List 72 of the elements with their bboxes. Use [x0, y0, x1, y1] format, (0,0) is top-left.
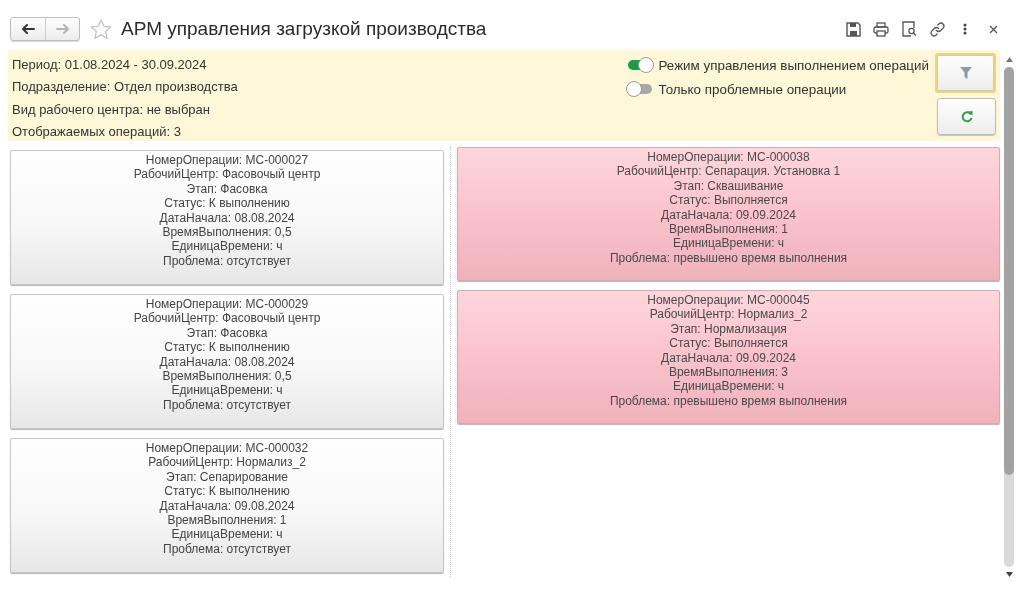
operation-detail: Этап: Нормализация [670, 321, 787, 337]
operation-detail: РабочийЦентр: Сепарация. Установка 1 [616, 164, 841, 179]
save-button[interactable] [844, 20, 862, 38]
operation-detail: ДатаНачала: 09.09.2024 [661, 350, 796, 366]
operation-detail: РабочийЦентр: Нормализ_2 [148, 455, 306, 470]
operation-detail: ВремяВыполнения: 1 [668, 222, 789, 237]
operation-detail: Этап: Сепарирование [166, 469, 288, 485]
operation-detail: ВремяВыполнения: 0,5 [162, 369, 292, 384]
operation-detail: ДатаНачала: 08.08.2024 [159, 354, 295, 370]
star-icon[interactable] [90, 18, 112, 40]
operation-detail: РабочийЦентр: Фасовочый центр [133, 167, 321, 182]
operation-detail: НомерОперации: МС-000027 [145, 153, 309, 168]
link-button[interactable] [928, 20, 946, 38]
operation-detail: ЕдиницаВремени: ч [171, 527, 283, 542]
operation-detail: РабочийЦентр: Фасовочый центр [133, 311, 321, 326]
scroll-up-icon[interactable] [1005, 57, 1013, 62]
refresh-icon [960, 110, 973, 123]
problem-operation-card[interactable]: НомерОперации: МС-000045 РабочийЦентр: Нормализ_2 Этап: Нормализация Статус: Выполняется ДатаНачала: 09.09.2024 ВремяВыполнения: 3 ЕдиницаВремени: ч Проблема: превышено время выполнения [457, 290, 1000, 424]
preview-button[interactable] [900, 20, 918, 38]
scrollbar-thumb[interactable] [1004, 67, 1014, 475]
operation-card[interactable]: НомерОперации: МС-000027 РабочийЦентр: Фасовочый центр Этап: Фасовка Статус: К выполнению ДатаНачала: 08.08.2024 ВремяВыполнения: 0,5 ЕдиницаВремени: ч Проблема: отсутствует [10, 150, 444, 285]
info-text: Подразделение: Отдел производства [12, 78, 238, 97]
operation-detail: ДатаНачала: 08.08.2024 [159, 210, 295, 226]
printer-icon [873, 21, 889, 37]
operation-detail: Статус: К выполнению [164, 340, 290, 355]
operation-card[interactable]: НомерОперации: МС-000032 РабочийЦентр: Нормализ_2 Этап: Сепарирование Статус: К выполнению ДатаНачала: 09.08.2024 ВремяВыполнения: 1 ЕдиницаВремени: ч Проблема: отсутствует [10, 438, 444, 573]
operation-card[interactable]: НомерОперации: МС-000029 РабочийЦентр: Фасовочый центр Этап: Фасовка Статус: К выполнению ДатаНачала: 08.08.2024 ВремяВыполнения: 0,5 ЕдиницаВремени: ч Проблема: отсутствует [10, 294, 444, 429]
operation-detail: Проблема: превышено время выполнения [609, 250, 848, 266]
operation-detail: НомерОперации: МС-000032 [145, 441, 309, 456]
operation-detail: Статус: К выполнению [164, 484, 290, 499]
problem-operation-card[interactable]: НомерОперации: МС-000038 РабочийЦентр: Сепарация. Установка 1 Этап: Сквашивание Статус: Выполняется ДатаНачала: 09.09.2024 ВремяВыполнения: 1 ЕдиницаВремени: ч Проблема: превышено время выполнения [457, 147, 1000, 281]
toggle-label: Только проблемные операции [658, 81, 847, 97]
right-arrow-icon [55, 22, 70, 36]
left-arrow-icon [21, 22, 35, 36]
document-magnifier-icon [901, 21, 917, 37]
operation-detail: Статус: Выполняется [669, 193, 788, 208]
operation-detail: ЕдиницаВремени: ч [672, 236, 785, 251]
print-button[interactable] [872, 20, 890, 38]
operation-detail: Проблема: отсутствует [163, 397, 291, 413]
operation-detail: Этап: Фасовка [186, 325, 268, 341]
operation-detail: Этап: Сквашивание [673, 178, 784, 194]
info-text: Вид рабочего центра: не выбран [12, 100, 211, 119]
operation-detail: Проблема: превышено время выполнения [609, 393, 848, 409]
close-icon [988, 24, 998, 34]
operation-detail: НомерОперации: МС-000038 [647, 150, 810, 165]
more-icon [963, 23, 967, 35]
operation-detail: Проблема: отсутствует [163, 541, 291, 557]
link-icon [929, 21, 945, 37]
operation-detail: Статус: К выполнению [164, 196, 290, 211]
operation-detail: РабочийЦентр: Нормализ_2 [649, 307, 808, 322]
toggle-label: Режим управления выполнением операций [658, 57, 929, 73]
operation-detail: ЕдиницаВремени: ч [171, 383, 283, 398]
toggle-switch[interactable] [625, 81, 654, 97]
refresh-button[interactable] [937, 98, 996, 135]
operation-detail: Этап: Фасовка [186, 181, 268, 197]
operation-detail: ВремяВыполнения: 1 [167, 513, 287, 528]
operation-detail: Проблема: отсутствует [163, 253, 291, 269]
operation-detail: Статус: Выполняется [669, 336, 788, 351]
info-text: Период: 01.08.2024 - 30.09.2024 [12, 56, 208, 74]
filter-icon [959, 67, 972, 79]
operation-detail: НомерОперации: МС-000045 [647, 293, 810, 308]
info-text: Отображаемых операций: 3 [12, 123, 182, 142]
operation-detail: НомерОперации: МС-000029 [145, 297, 309, 312]
window-title: АРМ управления загрузкой производства [121, 18, 487, 40]
scroll-down-icon[interactable] [1005, 572, 1013, 577]
operation-detail: ЕдиницаВремени: ч [171, 239, 283, 254]
operation-detail: ЕдиницаВремени: ч [672, 379, 785, 394]
operation-detail: ДатаНачала: 09.08.2024 [159, 498, 295, 514]
operation-detail: ВремяВыполнения: 3 [668, 365, 789, 380]
operation-detail: ДатаНачала: 09.09.2024 [661, 207, 796, 223]
scrollbar-track[interactable] [1004, 67, 1014, 567]
operation-detail: ВремяВыполнения: 0,5 [162, 225, 292, 240]
